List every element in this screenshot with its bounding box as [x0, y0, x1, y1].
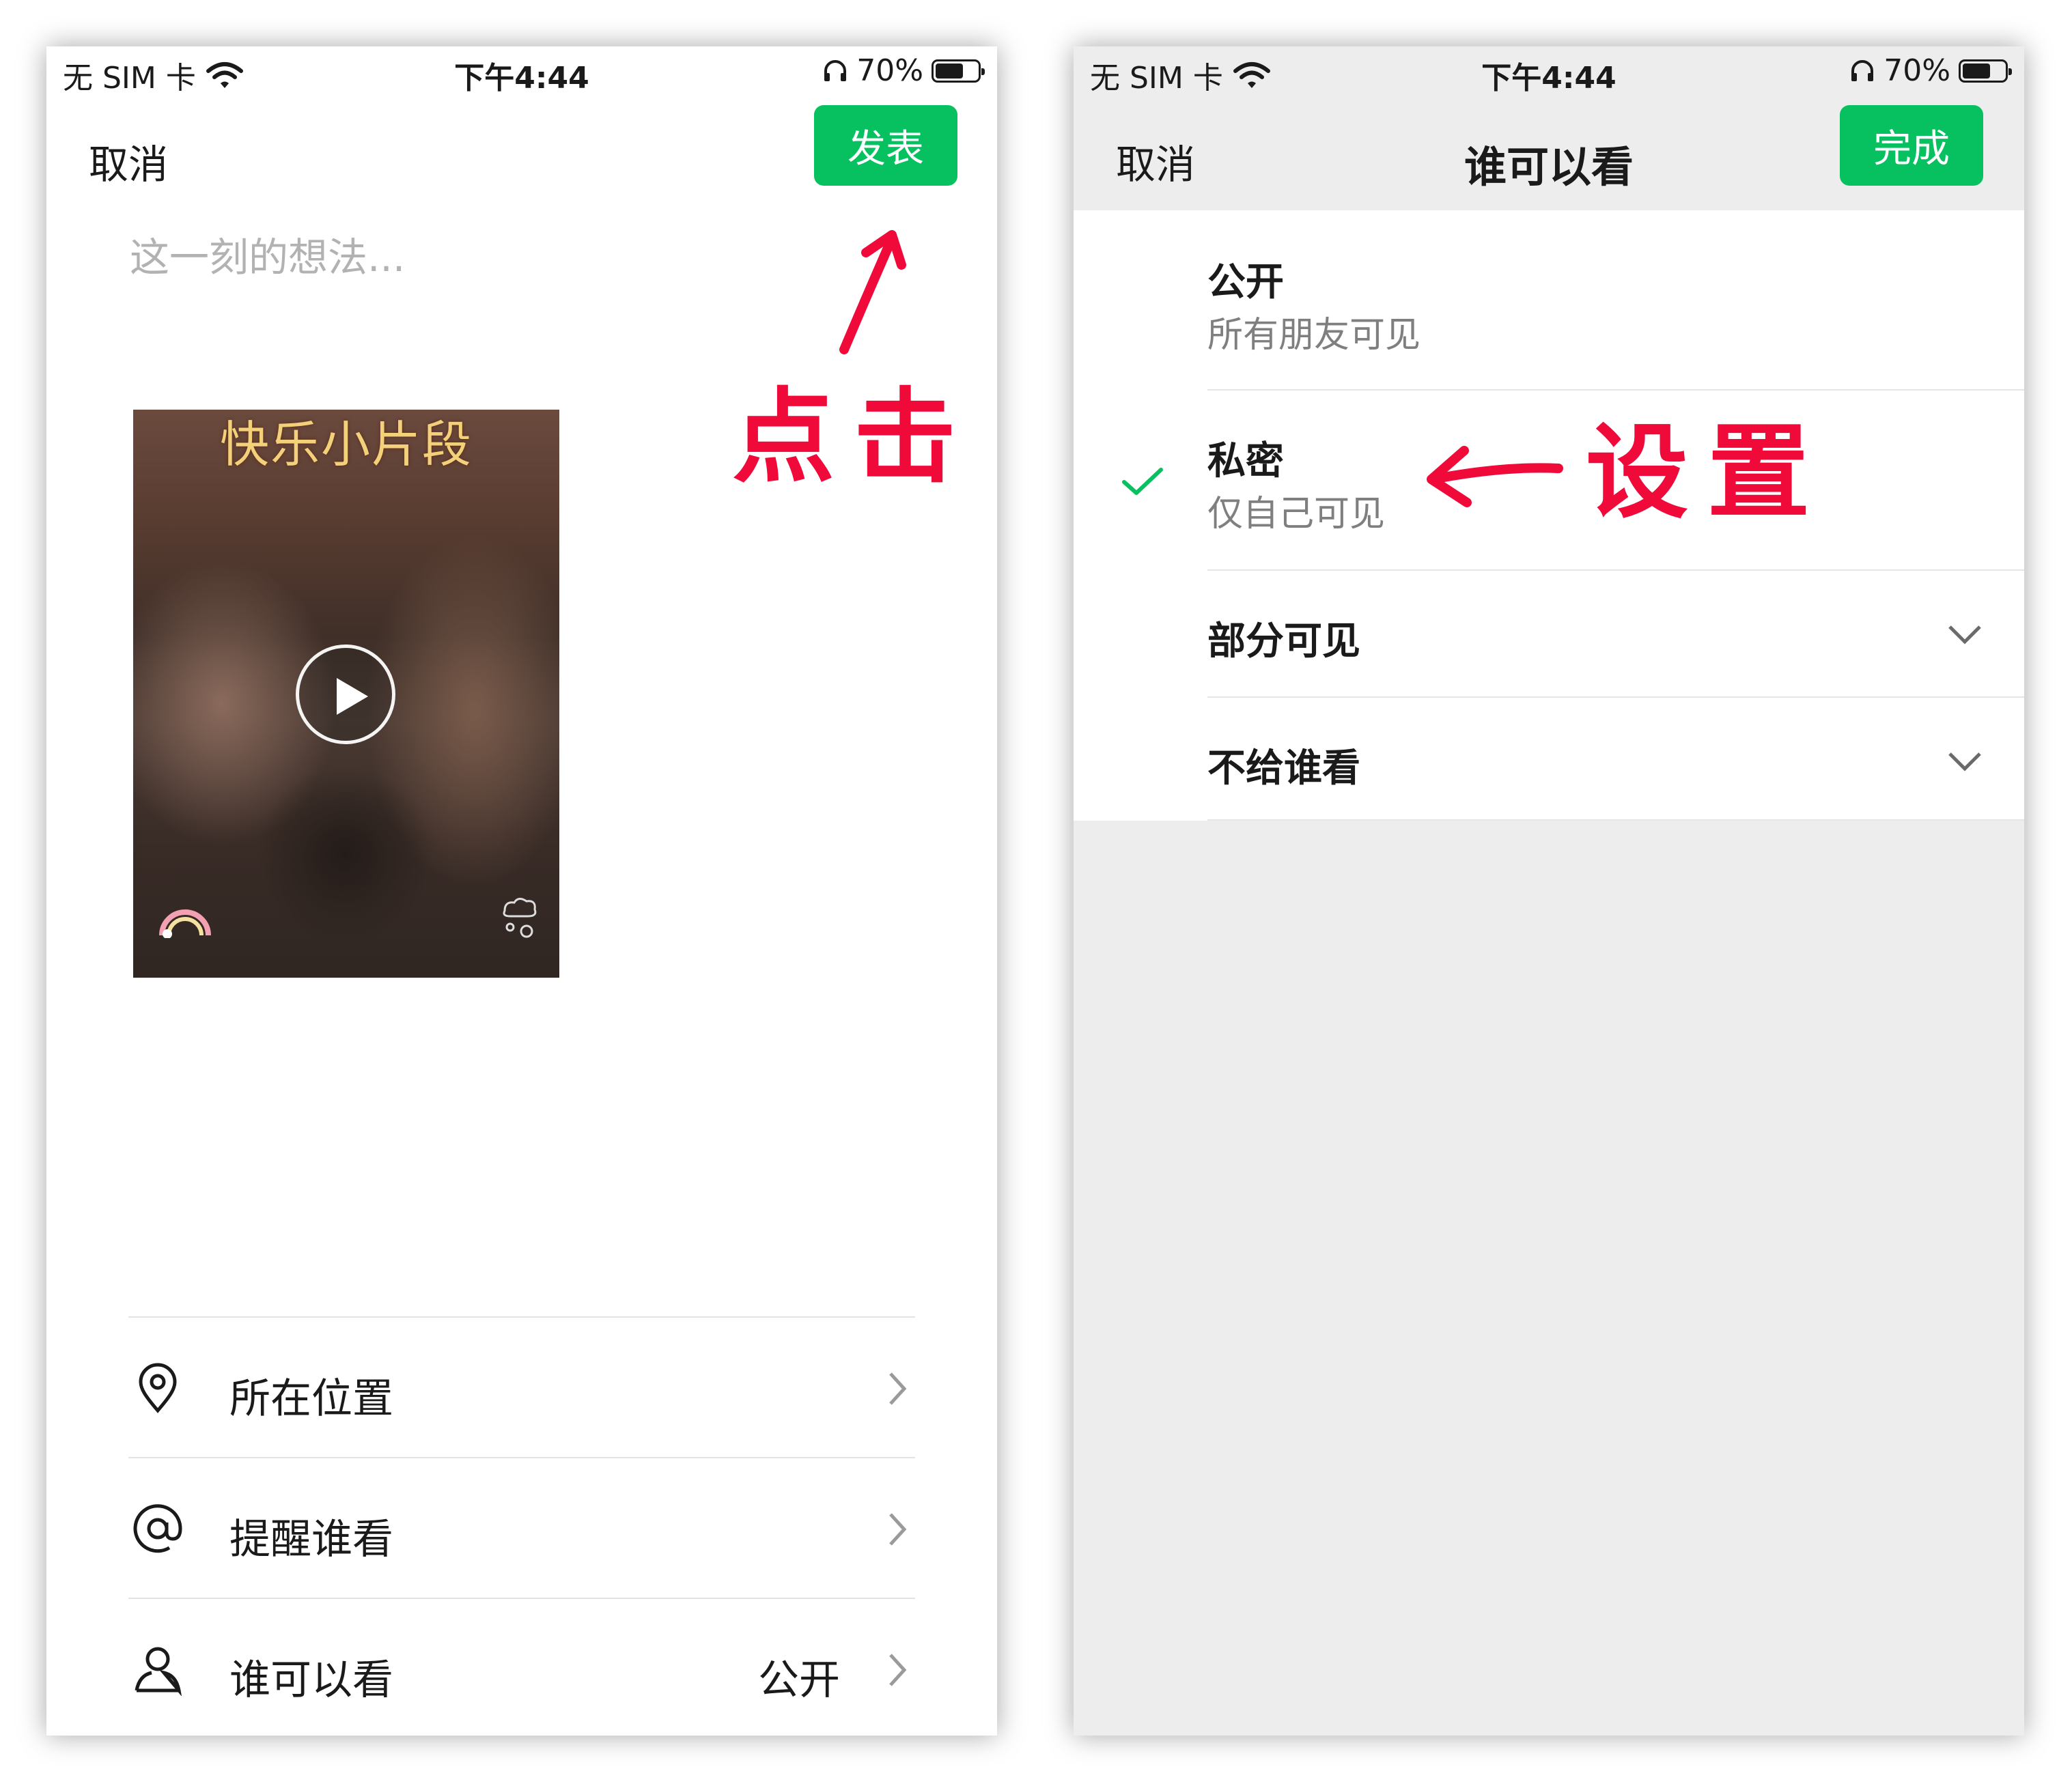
status-bar: 无 SIM 卡 下午4:44 70%	[1074, 46, 2024, 101]
person-icon	[135, 1647, 182, 1696]
headphones-icon	[1851, 59, 1874, 81]
annotation-arrow-up-icon	[839, 230, 906, 354]
status-bar: 无 SIM 卡 下午4:44 70%	[46, 46, 997, 101]
battery-percent: 70%	[1884, 53, 1950, 88]
chevron-right-icon	[889, 1513, 907, 1546]
cloud-icon	[503, 898, 537, 938]
option-public[interactable]: 公开 所有朋友可见	[1074, 210, 2024, 389]
menu-item-visibility[interactable]: 谁可以看 公开	[46, 1598, 997, 1736]
option-subtitle: 仅自己可见	[1207, 494, 1386, 535]
battery-icon	[1959, 59, 2012, 83]
visibility-value: 公开	[758, 1656, 840, 1704]
option-subtitle: 所有朋友可见	[1207, 315, 1421, 356]
chevron-down-icon	[1948, 752, 1981, 771]
menu-label: 提醒谁看	[229, 1516, 393, 1563]
headphones-icon	[824, 59, 847, 81]
location-pin-icon	[139, 1363, 177, 1413]
play-icon[interactable]	[296, 645, 395, 744]
option-title: 公开	[1207, 260, 1284, 305]
battery-percent: 70%	[856, 53, 923, 88]
annotation-set-label: 设置	[1586, 414, 1830, 533]
moment-text-input[interactable]: 这一刻的想法...	[130, 225, 405, 283]
menu-item-remind[interactable]: 提醒谁看	[46, 1457, 997, 1598]
rainbow-icon	[159, 909, 211, 938]
checkmark-icon	[1122, 468, 1163, 495]
video-thumbnail[interactable]: 快乐小片段	[133, 410, 559, 978]
cancel-button[interactable]: 取消	[89, 132, 168, 190]
option-partial[interactable]: 部分可见	[1074, 571, 2024, 696]
annotation-click-label: 点击	[732, 378, 976, 497]
chevron-down-icon	[1948, 625, 1981, 645]
battery-icon	[932, 59, 985, 83]
publish-button[interactable]: 发表	[814, 105, 957, 186]
option-title: 私密	[1207, 439, 1284, 483]
menu-label: 谁可以看	[229, 1656, 393, 1704]
annotation-arrow-left-icon	[1427, 446, 1563, 507]
chevron-right-icon	[889, 1372, 907, 1405]
option-title: 部分可见	[1207, 619, 1360, 664]
visibility-options-list: 公开 所有朋友可见 私密 仅自己可见 部分可见 不给谁看	[1074, 210, 2024, 821]
menu-item-location[interactable]: 所在位置	[46, 1316, 997, 1457]
done-button[interactable]: 完成	[1840, 105, 1983, 186]
menu-label: 所在位置	[229, 1375, 393, 1423]
right-phone-screen: 无 SIM 卡 下午4:44 70% 取消 谁可以看 完成 公开 所有朋友可见 …	[1074, 46, 2024, 1736]
video-caption: 快乐小片段	[219, 416, 473, 473]
option-exclude[interactable]: 不给谁看	[1074, 698, 2024, 821]
option-title: 不给谁看	[1207, 746, 1360, 791]
at-icon	[133, 1504, 182, 1553]
chevron-right-icon	[889, 1654, 907, 1686]
